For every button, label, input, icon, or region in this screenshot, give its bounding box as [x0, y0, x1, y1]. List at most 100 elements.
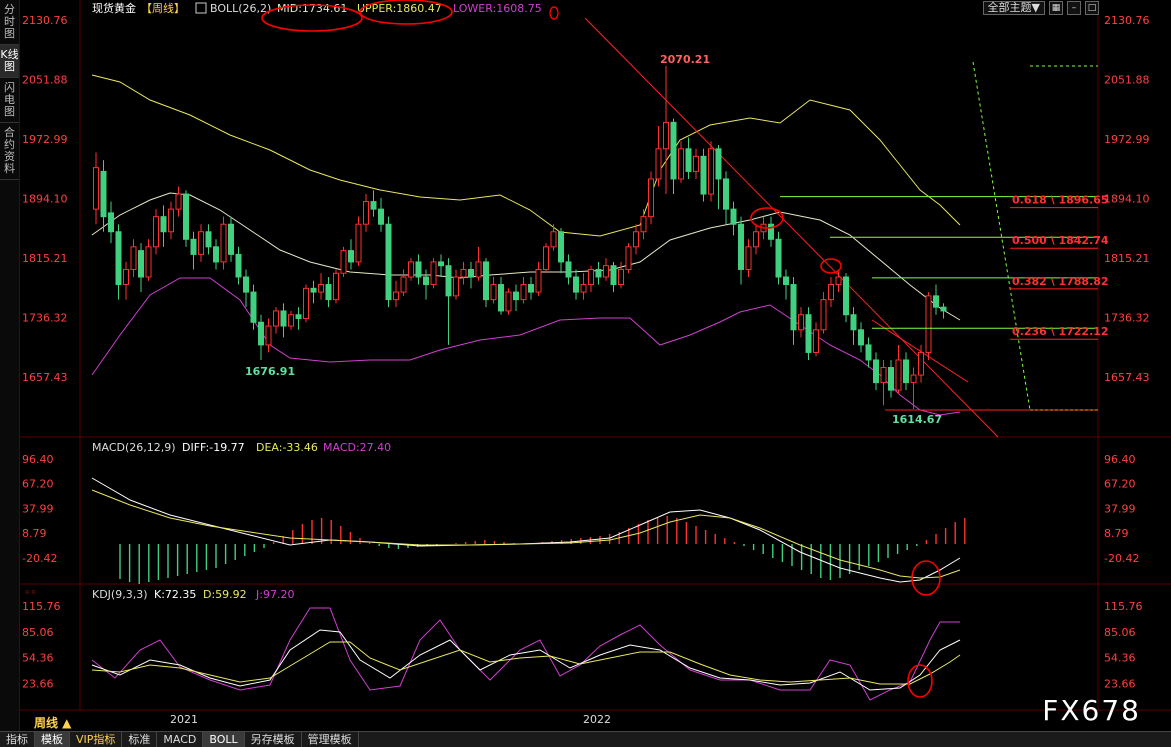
candle-down — [610, 265, 617, 286]
macd-axis-label-right: 67.20 — [1104, 478, 1136, 491]
candle-up — [633, 231, 639, 248]
candle-up — [490, 284, 497, 301]
price-label-left: 1657.43 — [22, 371, 68, 384]
candle-down — [115, 231, 122, 286]
candle-up — [153, 216, 159, 248]
candle-up — [895, 359, 902, 391]
candle-down — [325, 284, 332, 301]
candle-down — [715, 148, 722, 180]
candle-up — [880, 367, 887, 384]
candle-up — [918, 351, 924, 376]
grid-icon[interactable]: ▦ — [1049, 1, 1063, 15]
boll-label: BOLL(26,2) — [210, 2, 271, 15]
candle-up — [535, 268, 542, 293]
macd-dea: DEA:-33.46 — [256, 441, 318, 454]
candle-up — [543, 246, 549, 270]
candle-up — [663, 121, 669, 150]
kdj-axis-label-left: 115.76 — [22, 600, 61, 613]
candle-down — [528, 284, 534, 293]
candle-down — [858, 329, 864, 346]
candle-down — [565, 261, 572, 278]
candle-down — [100, 170, 107, 218]
price-label-right: 1972.99 — [1104, 133, 1150, 146]
candle-up — [505, 291, 512, 312]
period-selector[interactable]: 周线 ▲ — [34, 714, 71, 731]
price-chart[interactable]: 2130.76 2051.88 1972.99 1894.10 1815.21 1736.… — [20, 0, 1171, 731]
candle-down — [183, 193, 189, 240]
candle-down — [160, 216, 167, 233]
candle-down — [700, 155, 707, 195]
theme-select[interactable]: 全部主题▼ — [982, 1, 1045, 15]
price-label-left: 2130.76 — [22, 14, 68, 27]
candle-down — [468, 268, 474, 278]
candle-down — [438, 261, 444, 267]
side-tab-kline[interactable]: K线图 — [0, 45, 19, 78]
tab-save-template[interactable]: 另存模板 — [245, 732, 302, 747]
candle-down — [445, 265, 452, 297]
price-label-right: 1815.21 — [1104, 252, 1150, 265]
candle-up — [318, 284, 324, 293]
instrument-title: 现货黄金 — [92, 1, 136, 15]
tab-vip-indicators[interactable]: VIP指标 — [70, 732, 123, 747]
candle-down — [775, 238, 782, 278]
candle-down — [558, 231, 564, 263]
candle-down — [235, 253, 242, 278]
bottom-toolbar: 指标 模板 VIP指标 标准 MACD BOLL 另存模板 管理模板 — [0, 731, 1171, 747]
tab-macd[interactable]: MACD — [157, 732, 204, 747]
candle-up — [625, 246, 632, 270]
kdj-d: D:59.92 — [203, 588, 247, 601]
boll-lower: LOWER:1608.75 — [453, 2, 542, 15]
tab-indicators[interactable]: 指标 — [0, 732, 35, 747]
macd-axis-label-right: -20.42 — [1104, 552, 1139, 565]
candle-up — [175, 193, 182, 210]
tab-templates[interactable]: 模板 — [35, 732, 70, 747]
fib-level-label: 0.500 \ 1842.74 — [1012, 234, 1109, 247]
candle-up — [693, 155, 699, 172]
low-annotation-1: 1676.91 — [245, 365, 295, 378]
candle-down — [370, 201, 377, 210]
candle-down — [873, 359, 879, 384]
candle-down — [498, 284, 504, 312]
candle-up — [273, 310, 279, 327]
maximize-icon[interactable]: □ — [1085, 1, 1099, 15]
price-label-right: 2051.88 — [1104, 74, 1150, 87]
minimize-icon[interactable]: – — [1067, 1, 1081, 15]
candle-up — [640, 216, 647, 233]
price-label-left: 1736.32 — [22, 312, 68, 325]
tab-manage-templates[interactable]: 管理模板 — [302, 732, 359, 747]
tab-standard[interactable]: 标准 — [122, 732, 158, 747]
kdj-axis-label-left: 23.66 — [22, 677, 54, 690]
side-tab-intraday[interactable]: 分时图 — [0, 0, 19, 45]
candle-up — [198, 231, 204, 255]
candle-up — [145, 246, 152, 278]
kdj-axis-label-left: 85.06 — [22, 626, 54, 639]
candle-down — [850, 314, 857, 331]
watermark-logo: FX678 — [1042, 694, 1141, 727]
side-tab-contract[interactable]: 合约资料 — [0, 123, 19, 180]
price-label-right: 2130.76 — [1104, 14, 1150, 27]
candle-up — [813, 329, 819, 353]
macd-axis-label-left: -20.42 — [22, 552, 57, 565]
candle-down — [205, 231, 212, 248]
side-tab-flash[interactable]: 闪电图 — [0, 78, 19, 123]
kdj-j: J:97.20 — [255, 588, 294, 601]
candle-down — [790, 284, 797, 331]
candle-up — [265, 325, 272, 346]
macd-axis-label-left: 37.99 — [22, 502, 54, 515]
candle-up — [820, 299, 827, 331]
kdj-axis-label-left: 54.36 — [22, 652, 54, 665]
price-label-right: 1736.32 — [1104, 312, 1150, 325]
kdj-marker: ◦◦ — [24, 586, 37, 599]
tab-boll[interactable]: BOLL — [203, 732, 245, 747]
kdj-axis-label-right: 23.66 — [1104, 677, 1136, 690]
candle-up — [618, 268, 624, 286]
candle-up — [550, 231, 557, 248]
candle-up — [220, 223, 227, 263]
candle-up — [168, 208, 174, 233]
fib-level-label: 0.382 \ 1788.82 — [1012, 275, 1109, 288]
candle-up — [393, 291, 399, 301]
candle-down — [670, 121, 677, 180]
candle-up — [363, 201, 369, 225]
boll-mid: MID:1734.61 — [277, 2, 347, 15]
candle-down — [385, 223, 392, 301]
